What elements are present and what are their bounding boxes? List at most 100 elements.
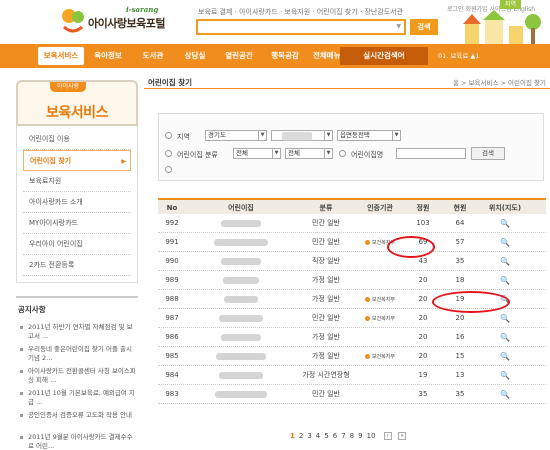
page-link[interactable]: 7: [341, 432, 345, 440]
page-link[interactable]: 1: [290, 432, 295, 440]
page-title: 어린이집 찾기: [148, 78, 193, 87]
map-magnifier-icon[interactable]: 🔍: [500, 390, 510, 399]
notice-item[interactable]: 아이사랑카드 전환콜센터 사칭 보이스피싱 피해 ...: [16, 367, 138, 386]
notice-item[interactable]: 공인인증서 검증오류 고도화 작용 안내: [16, 411, 138, 430]
table-row[interactable]: 990 직장 일반 43 35 🔍: [158, 252, 546, 271]
row-daycare-name[interactable]: [186, 309, 296, 327]
sidebar-item-daycare-use[interactable]: 어린이집 이용: [23, 129, 131, 150]
row-type: 직장 일반: [312, 257, 340, 265]
map-magnifier-icon[interactable]: 🔍: [500, 276, 510, 285]
page-link[interactable]: 5: [324, 432, 328, 440]
page-link[interactable]: 6: [333, 432, 337, 440]
main-content: 어린이집 찾기 홈 > 보육서비스 > 어린이집 찾기 지역 경기도 ▼ ▼ 읍면…: [144, 68, 550, 450]
location-tab[interactable]: 지역: [500, 0, 522, 9]
row-map[interactable]: 🔍: [478, 214, 532, 232]
page-link[interactable]: 2: [299, 432, 303, 440]
table-row[interactable]: 986 가정 일반 20 16 🔍: [158, 328, 546, 347]
nav-item-library[interactable]: 도서관: [132, 47, 174, 65]
district-select[interactable]: ▼: [271, 130, 333, 141]
table-row[interactable]: 983 민간 일반 35 35 🔍: [158, 385, 546, 404]
next-page-icon[interactable]: ›: [383, 432, 392, 440]
last-page-icon[interactable]: »: [398, 432, 406, 440]
search-quick-links[interactable]: 보육료 결제 · 아이사랑카드 · 보육지원 · 어린이집 찾기 · 장난감도서…: [198, 7, 403, 17]
logo-subtitle: i-sarang: [126, 5, 159, 14]
row-map[interactable]: 🔍: [478, 366, 532, 384]
extra-radio[interactable]: [165, 166, 172, 173]
map-magnifier-icon[interactable]: 🔍: [500, 371, 510, 380]
nav-item-parenting-info[interactable]: 육아정보: [84, 47, 132, 65]
nav-item-open-space[interactable]: 열린공간: [216, 47, 262, 65]
sidebar-item-my-card[interactable]: MY아이사랑카드: [23, 213, 131, 234]
row-type: 가정 시간연장형: [302, 371, 350, 379]
row-map[interactable]: 🔍: [478, 328, 532, 346]
row-daycare-name[interactable]: [186, 290, 296, 308]
row-current: 57: [455, 238, 465, 246]
sidebar-item-our-daycare[interactable]: 우리아이 어린이집: [23, 234, 131, 255]
sidebar-header: 아이사랑 보육서비스: [16, 80, 138, 126]
notice-item[interactable]: 2011년 10월 기본보육료, 예외급여 지급 ...: [16, 389, 138, 408]
sidebar-item-fee-support[interactable]: 보육료지원: [23, 171, 131, 192]
row-daycare-name[interactable]: [186, 366, 296, 384]
table-row[interactable]: 992 민간 일반 103 64 🔍: [158, 214, 546, 233]
page-link[interactable]: 3: [307, 432, 311, 440]
page-link[interactable]: 8: [350, 432, 354, 440]
sidebar-item-card-intro[interactable]: 아이사랑카드 소개: [23, 192, 131, 213]
table-row[interactable]: 989 가정 일반 20 18 🔍: [158, 271, 546, 290]
page-link[interactable]: 9: [358, 432, 362, 440]
row-daycare-name[interactable]: [186, 233, 296, 251]
notice-item[interactable]: 우리동네 좋은어린이집 찾기 어플 출시 기념 2...: [16, 345, 138, 364]
notice-item[interactable]: 2011년 하반기 연차별 자체점검 및 보고서 ...: [16, 323, 138, 342]
region-radio[interactable]: [165, 132, 172, 139]
town-select[interactable]: 읍면동전택 ▼: [337, 130, 401, 141]
map-magnifier-icon[interactable]: 🔍: [500, 257, 510, 266]
filter-search-button[interactable]: 검색: [471, 147, 505, 160]
row-map[interactable]: 🔍: [478, 347, 532, 365]
row-map[interactable]: 🔍: [478, 252, 532, 270]
name-radio[interactable]: [339, 150, 346, 157]
page-link[interactable]: 4: [316, 432, 320, 440]
row-daycare-name[interactable]: [186, 385, 296, 403]
row-map[interactable]: 🔍: [478, 233, 532, 251]
site-logo[interactable]: i-sarang 아이사랑보육포털: [60, 5, 190, 37]
type-select-2[interactable]: 전체 ▼: [285, 148, 333, 159]
map-magnifier-icon[interactable]: 🔍: [500, 219, 510, 228]
row-capacity: 20: [418, 352, 428, 360]
map-magnifier-icon[interactable]: 🔍: [500, 352, 510, 361]
type-radio[interactable]: [165, 150, 172, 157]
table-row[interactable]: 984 가정 시간연장형 19 13 🔍: [158, 366, 546, 385]
breadcrumb[interactable]: 홈 > 보육서비스 > 어린이집 찾기: [453, 77, 546, 87]
search-button[interactable]: 검색: [410, 19, 438, 35]
cert-badge: 보건복지부: [365, 316, 395, 322]
map-magnifier-icon[interactable]: 🔍: [500, 314, 510, 323]
region-select[interactable]: 경기도 ▼: [205, 130, 267, 141]
page-link[interactable]: 10: [367, 432, 376, 440]
sidebar-item-card-switch[interactable]: 2카드 전환등록: [23, 255, 131, 276]
sidebar-item-find-daycare[interactable]: 어린이집 찾기 ▶: [23, 150, 131, 171]
row-map[interactable]: 🔍: [478, 271, 532, 289]
row-map[interactable]: 🔍: [478, 385, 532, 403]
nav-item-childcare-service[interactable]: 보육서비스: [38, 47, 84, 65]
map-magnifier-icon[interactable]: 🔍: [500, 238, 510, 247]
blurred-daycare-name: [221, 257, 261, 265]
row-daycare-name[interactable]: [186, 347, 296, 365]
search-input[interactable]: ▼: [196, 19, 406, 35]
row-daycare-name[interactable]: [186, 214, 296, 232]
table-row[interactable]: 991 민간 일반 보건복지부 69 57 🔍: [158, 233, 546, 252]
row-daycare-name[interactable]: [186, 271, 296, 289]
type-select-1[interactable]: 전체 ▼: [233, 148, 281, 159]
table-row[interactable]: 985 가정 일반 보건복지부 20 15 🔍: [158, 347, 546, 366]
nav-item-counseling[interactable]: 상담실: [174, 47, 216, 65]
row-daycare-name[interactable]: [186, 252, 296, 270]
notice-title: 공지사항: [18, 305, 46, 314]
live-search-rank[interactable]: 01. 보육료 ▲1: [438, 47, 480, 65]
row-number: 988: [165, 295, 179, 303]
sidebar-item-label: 어린이집 찾기: [30, 157, 72, 165]
row-daycare-name[interactable]: [186, 328, 296, 346]
row-number: 991: [165, 238, 179, 246]
daycare-name-input[interactable]: [396, 148, 466, 159]
row-certification: [356, 366, 404, 384]
nav-item-happy-sharing[interactable]: 행복공감: [262, 47, 308, 65]
cert-badge: 보건복지부: [365, 354, 395, 360]
notice-item[interactable]: 2011년 9월분 아이사랑카드 결제수수료 어린...: [16, 433, 138, 450]
map-magnifier-icon[interactable]: 🔍: [500, 333, 510, 342]
